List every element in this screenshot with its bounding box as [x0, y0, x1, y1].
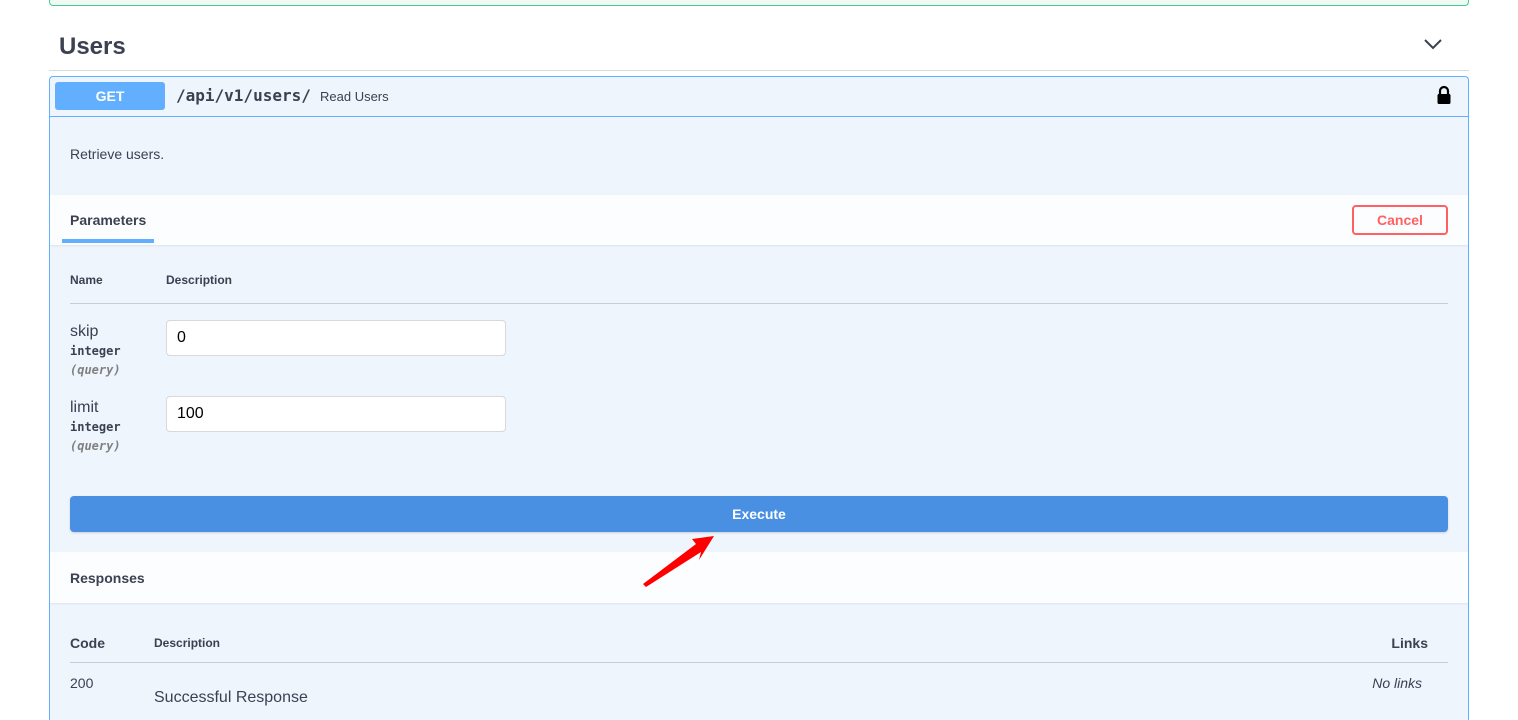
parameter-location: (query) — [70, 363, 121, 377]
column-header-description: Description — [154, 636, 221, 650]
skip-input[interactable] — [166, 320, 506, 356]
lock-icon[interactable] — [1436, 85, 1452, 105]
parameters-header: Parameters Cancel — [50, 195, 1468, 245]
responses-header: Responses — [50, 552, 1468, 603]
operation-block-get-users: GET /api/v1/users/ Read Users Retrieve u… — [49, 76, 1469, 720]
table-divider — [70, 303, 1448, 304]
cancel-button[interactable]: Cancel — [1352, 205, 1448, 235]
column-header-description: Description — [166, 273, 233, 287]
execute-button[interactable]: Execute — [70, 496, 1448, 532]
limit-input[interactable] — [166, 396, 506, 432]
parameter-name: limit — [70, 399, 99, 416]
chevron-down-icon[interactable] — [1423, 36, 1443, 52]
parameter-type: integer — [70, 420, 121, 434]
operation-path: /api/v1/users/ — [176, 86, 311, 105]
column-header-code: Code — [70, 635, 105, 651]
parameter-row-skip: skip integer (query) — [70, 320, 1448, 393]
responses-title: Responses — [70, 570, 145, 586]
response-links: No links — [1372, 675, 1422, 691]
http-method-badge: GET — [55, 82, 165, 110]
response-code: 200 — [70, 675, 94, 691]
column-header-name: Name — [70, 273, 103, 287]
parameter-row-limit: limit integer (query) — [70, 396, 1448, 469]
tag-title: Users — [59, 33, 126, 60]
parameter-type: integer — [70, 344, 121, 358]
tag-section-header[interactable]: Users — [49, 26, 1469, 71]
parameter-location: (query) — [70, 439, 121, 453]
column-header-links: Links — [1391, 635, 1428, 651]
operation-summary[interactable]: GET /api/v1/users/ Read Users — [50, 77, 1468, 117]
operation-description: Retrieve users. — [70, 146, 165, 162]
table-divider — [70, 662, 1448, 663]
operation-summary-text: Read Users — [320, 89, 389, 104]
tab-parameters[interactable]: Parameters — [62, 195, 155, 243]
response-description: Successful Response — [154, 689, 308, 706]
previous-operation-block — [49, 0, 1469, 6]
parameter-name: skip — [70, 323, 99, 340]
